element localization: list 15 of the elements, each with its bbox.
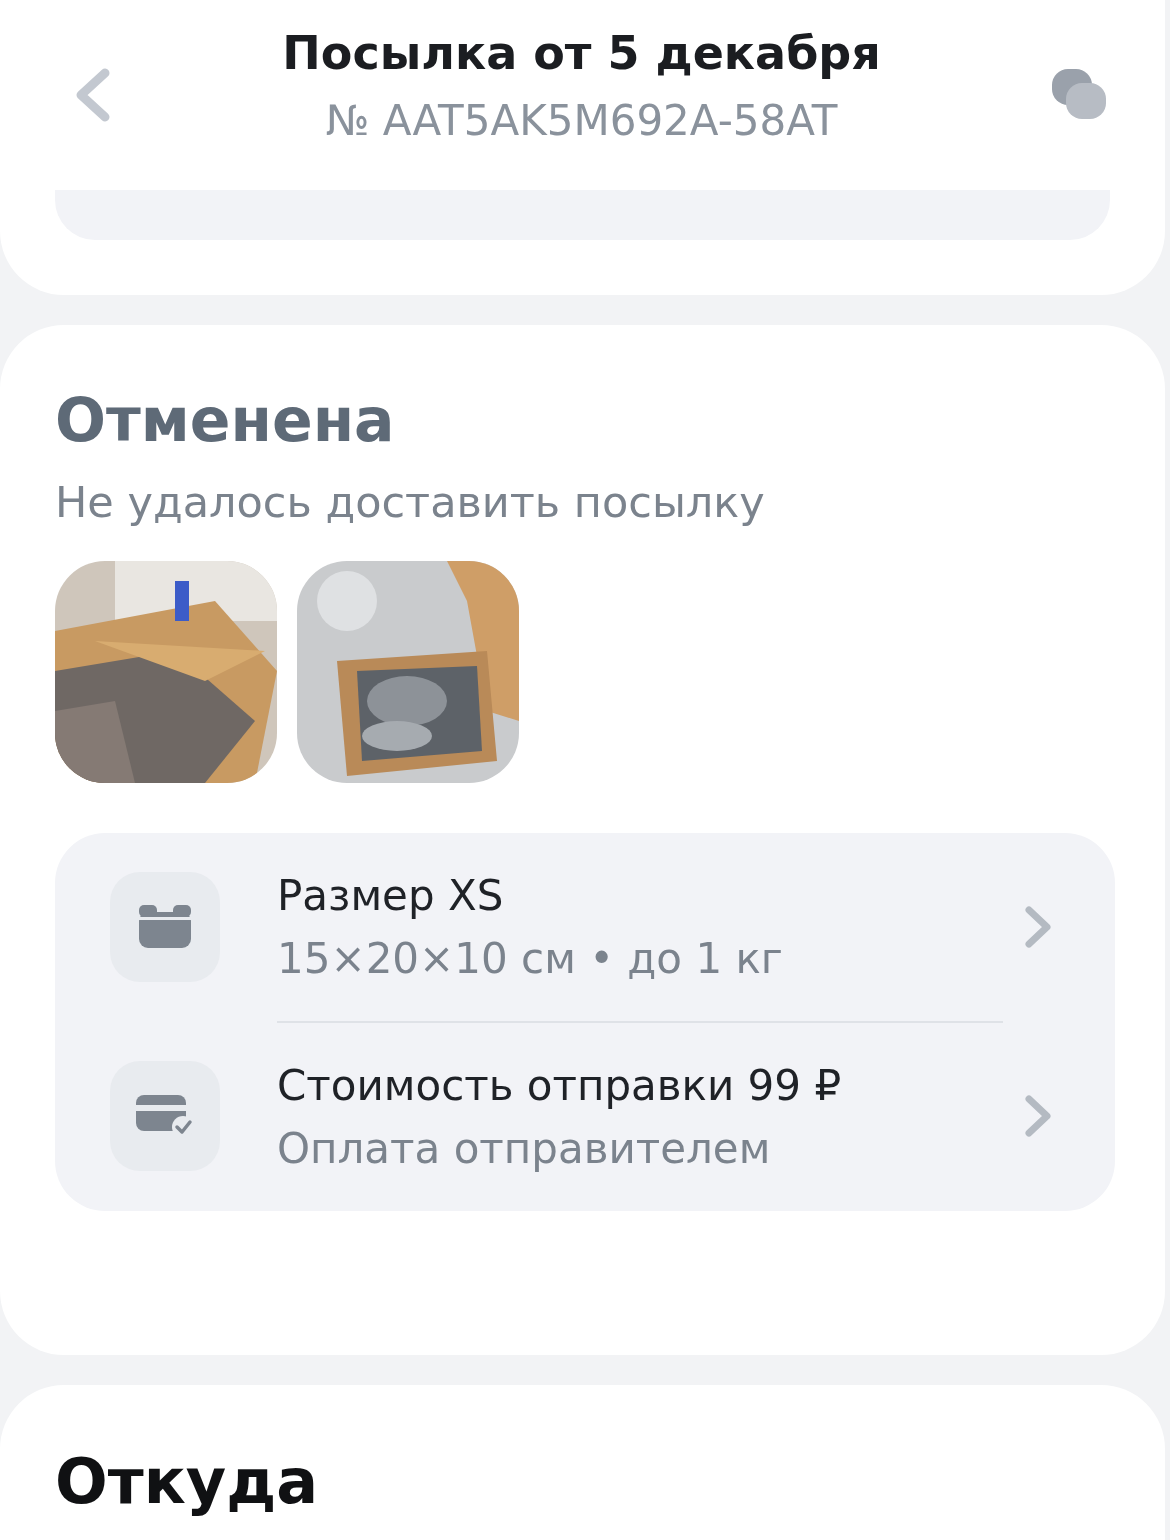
page-title: Посылка от 5 декабря: [282, 25, 881, 80]
status-description: Не удалось доставить посылку: [55, 477, 766, 527]
chevron-icon: [1023, 1094, 1053, 1138]
chevron-icon: [1023, 905, 1053, 949]
detail-title: Стоимость отправки 99 ₽: [277, 1061, 843, 1110]
card-icon: [110, 1061, 220, 1171]
detail-subtitle: Оплата отправителем: [277, 1124, 772, 1173]
detail-title: Размер XS: [277, 871, 505, 920]
tracking-number: № AAT5AK5M692A-58AT: [324, 95, 839, 145]
detail-row[interactable]: Размер XS 15×20×10 см • до 1 кг: [55, 833, 1115, 1021]
detail-row[interactable]: Стоимость отправки 99 ₽ Оплата отправителем: [55, 1021, 1115, 1211]
box-icon: [110, 872, 220, 982]
section-title: Откуда: [55, 1445, 320, 1518]
detail-subtitle: 15×20×10 см • до 1 кг: [277, 934, 784, 983]
status-title: Отменена: [55, 385, 396, 455]
